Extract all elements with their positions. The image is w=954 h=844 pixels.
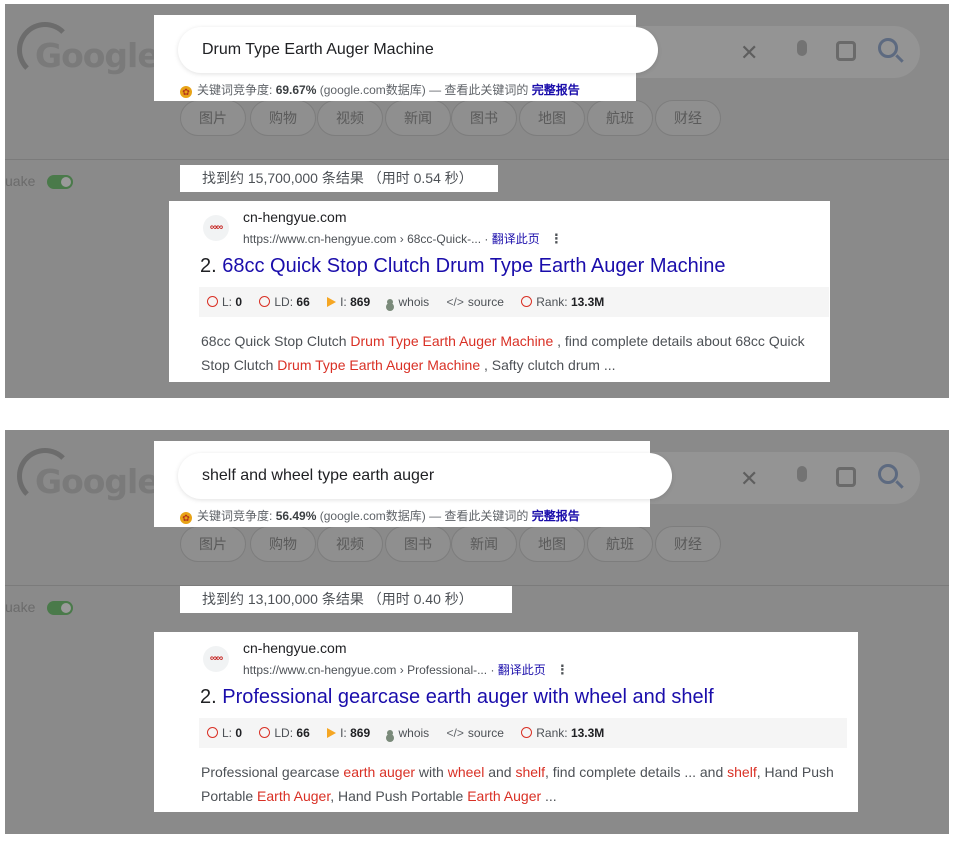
tab-shopping[interactable]: 购物 bbox=[250, 526, 316, 562]
keyword-difficulty-line: ✿ 关键词竞争度: 69.67% (google.com数据库) — 查看此关键词… bbox=[180, 81, 580, 98]
doodle-swirl-icon bbox=[17, 22, 73, 78]
tab-images[interactable]: 图片 bbox=[180, 100, 246, 136]
keyword-difficulty-value: 69.67% bbox=[275, 83, 317, 97]
mic-icon[interactable] bbox=[797, 40, 807, 56]
search-query-text: Drum Type Earth Auger Machine bbox=[202, 41, 434, 58]
metric-i[interactable]: I: 869 bbox=[327, 295, 370, 309]
mic-icon[interactable] bbox=[797, 466, 807, 482]
divider bbox=[5, 159, 949, 160]
side-label: uake bbox=[5, 173, 36, 189]
metric-rank[interactable]: Rank: 13.3M bbox=[521, 295, 604, 309]
tab-flights[interactable]: 航班 bbox=[587, 100, 653, 136]
toggle-switch[interactable] bbox=[47, 601, 73, 615]
tab-books[interactable]: 图书 bbox=[451, 100, 517, 136]
result-number: 2. bbox=[200, 255, 217, 277]
site-favicon: ∞∞ bbox=[203, 646, 229, 672]
tab-books[interactable]: 图书 bbox=[385, 526, 451, 562]
more-vert-icon[interactable]: ⋮ bbox=[556, 662, 569, 678]
toggle-switch[interactable] bbox=[47, 175, 73, 189]
close-icon[interactable]: ✕ bbox=[740, 40, 758, 66]
result-snippet: Professional gearcase earth auger with w… bbox=[201, 764, 834, 804]
tab-news[interactable]: 新闻 bbox=[451, 526, 517, 562]
google-logo[interactable]: Google bbox=[17, 22, 160, 78]
result-number: 2. bbox=[200, 686, 217, 708]
l-icon bbox=[207, 727, 218, 738]
full-report-link[interactable]: 完整报告 bbox=[532, 509, 580, 523]
search-query-text: shelf and wheel type earth auger bbox=[202, 467, 435, 484]
seo-metrics-bar: L: 0 LD: 66 I: 869 whois </> source Rank:… bbox=[199, 287, 829, 317]
side-label: uake bbox=[5, 599, 36, 615]
screenshot-panel-2: Google ✕ 图片 购物 视频 图书 新闻 地图 航班 财经 uake sh… bbox=[5, 430, 949, 834]
search-result-card: ∞∞ cn-hengyue.com https://www.cn-hengyue… bbox=[154, 632, 858, 812]
search-icon[interactable] bbox=[878, 38, 898, 58]
tab-images[interactable]: 图片 bbox=[180, 526, 246, 562]
tab-finance[interactable]: 财经 bbox=[655, 100, 721, 136]
whois-person-icon bbox=[387, 730, 394, 736]
close-icon[interactable]: ✕ bbox=[740, 466, 758, 492]
tab-maps[interactable]: 地图 bbox=[519, 100, 585, 136]
result-title-link[interactable]: 2. 68cc Quick Stop Clutch Drum Type Eart… bbox=[200, 255, 725, 278]
index-flag-icon bbox=[327, 297, 337, 307]
tab-maps[interactable]: 地图 bbox=[519, 526, 585, 562]
keyword-difficulty-line: ✿ 关键词竞争度: 56.49% (google.com数据库) — 查看此关键词… bbox=[180, 507, 580, 524]
metric-rank[interactable]: Rank: 13.3M bbox=[521, 726, 604, 740]
code-icon: </> bbox=[446, 295, 464, 309]
site-favicon: ∞∞ bbox=[203, 215, 229, 241]
whois-person-icon bbox=[387, 299, 394, 305]
tab-news[interactable]: 新闻 bbox=[385, 100, 451, 136]
tab-shopping[interactable]: 购物 bbox=[250, 100, 316, 136]
metric-i[interactable]: I: 869 bbox=[327, 726, 370, 740]
whois-link[interactable]: whois bbox=[387, 726, 429, 740]
source-link[interactable]: </> source bbox=[447, 295, 504, 309]
ld-icon bbox=[259, 296, 271, 307]
tab-videos[interactable]: 视频 bbox=[317, 100, 383, 136]
rank-icon bbox=[521, 296, 533, 307]
result-title-link[interactable]: 2. Professional gearcase earth auger wit… bbox=[200, 686, 714, 709]
l-icon bbox=[207, 296, 218, 307]
search-result-card: ∞∞ cn-hengyue.com https://www.cn-hengyue… bbox=[169, 201, 830, 382]
metric-l[interactable]: L: 0 bbox=[207, 295, 242, 309]
keyword-difficulty-value: 56.49% bbox=[275, 509, 317, 523]
translate-page-link[interactable]: 翻译此页 bbox=[492, 232, 540, 246]
site-name[interactable]: cn-hengyue.com bbox=[243, 640, 347, 656]
tab-videos[interactable]: 视频 bbox=[317, 526, 383, 562]
source-link[interactable]: </> source bbox=[447, 726, 504, 740]
seo-metrics-bar: L: 0 LD: 66 I: 869 whois </> source Rank:… bbox=[199, 718, 847, 748]
result-stats: 找到约 13,100,000 条结果 （用时 0.40 秒） bbox=[180, 586, 512, 613]
site-url[interactable]: https://www.cn-hengyue.com › 68cc-Quick-… bbox=[243, 230, 563, 247]
site-url[interactable]: https://www.cn-hengyue.com › Professiona… bbox=[243, 661, 569, 678]
more-vert-icon[interactable]: ⋮ bbox=[550, 231, 563, 247]
lens-icon[interactable] bbox=[836, 467, 856, 487]
full-report-link[interactable]: 完整报告 bbox=[532, 83, 580, 97]
lens-icon[interactable] bbox=[836, 41, 856, 61]
site-name[interactable]: cn-hengyue.com bbox=[243, 209, 347, 225]
ld-icon bbox=[259, 727, 271, 738]
result-snippet: 68cc Quick Stop Clutch Drum Type Earth A… bbox=[201, 333, 805, 373]
tab-flights[interactable]: 航班 bbox=[587, 526, 653, 562]
code-icon: </> bbox=[446, 726, 464, 740]
metric-ld[interactable]: LD: 66 bbox=[259, 295, 310, 309]
metric-ld[interactable]: LD: 66 bbox=[259, 726, 310, 740]
metric-l[interactable]: L: 0 bbox=[207, 726, 242, 740]
result-stats: 找到约 15,700,000 条结果 （用时 0.54 秒） bbox=[180, 165, 498, 192]
query-overlay: Drum Type Earth Auger Machine ✿ 关键词竞争度: 6… bbox=[154, 15, 658, 101]
google-logo[interactable]: Google bbox=[17, 448, 160, 504]
index-flag-icon bbox=[327, 728, 337, 738]
translate-page-link[interactable]: 翻译此页 bbox=[498, 663, 546, 677]
tab-finance[interactable]: 财经 bbox=[655, 526, 721, 562]
query-overlay: shelf and wheel type earth auger ✿ 关键词竞争度… bbox=[154, 441, 672, 527]
seo-extension-icon: ✿ bbox=[180, 512, 192, 524]
whois-link[interactable]: whois bbox=[387, 295, 429, 309]
rank-icon bbox=[521, 727, 533, 738]
search-icon[interactable] bbox=[878, 464, 898, 484]
seo-extension-icon: ✿ bbox=[180, 86, 192, 98]
doodle-swirl-icon bbox=[17, 448, 73, 504]
screenshot-panel-1: Google ✕ 图片 购物 视频 新闻 图书 地图 航班 财经 uake Dr… bbox=[5, 4, 949, 398]
